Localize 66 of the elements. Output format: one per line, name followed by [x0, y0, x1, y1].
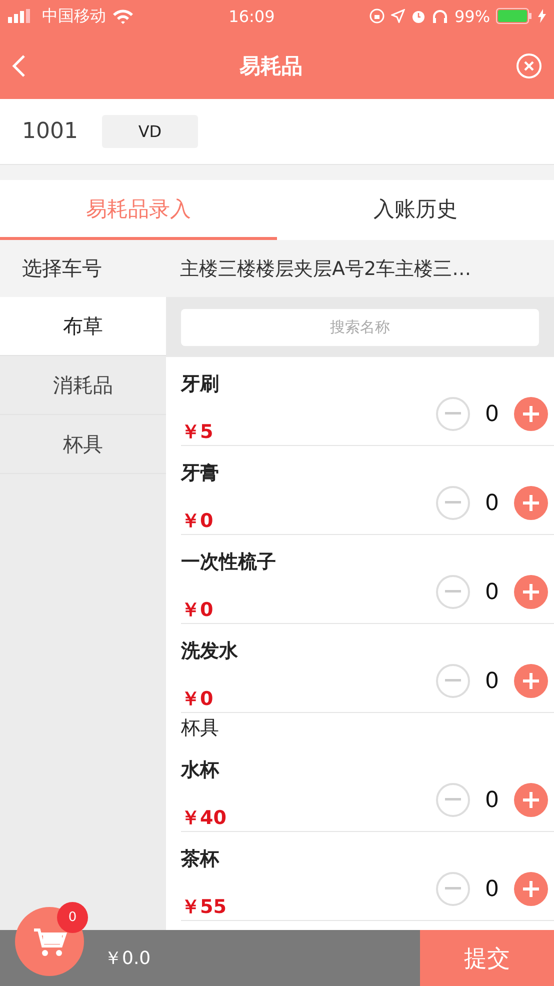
quantity-value: 0 — [484, 580, 500, 604]
minus-icon — [445, 887, 461, 891]
minus-button[interactable] — [436, 783, 470, 817]
minus-icon — [445, 501, 461, 505]
product-name: 一次性梳子 — [181, 550, 277, 575]
plus-button[interactable] — [514, 486, 548, 520]
cart-total: ￥0.0 — [104, 947, 151, 971]
quantity-value: 0 — [484, 668, 500, 694]
wifi-icon — [112, 8, 134, 24]
battery-percent: 99% — [454, 6, 490, 26]
product-name: 茶杯 — [181, 847, 220, 872]
plus-icon — [522, 880, 540, 898]
product-price: ￥0 — [181, 509, 214, 534]
alarm-icon — [411, 8, 426, 24]
plus-icon — [522, 672, 540, 690]
product-price: ￥55 — [181, 895, 228, 920]
category-item[interactable]: 布草 — [0, 297, 166, 356]
minus-button[interactable] — [436, 397, 470, 431]
product-name: 水杯 — [181, 758, 220, 783]
plus-button[interactable] — [514, 575, 548, 609]
minus-icon — [445, 679, 461, 683]
product-name: 牙刷 — [181, 372, 220, 397]
back-button[interactable] — [12, 54, 26, 78]
plus-icon — [522, 583, 540, 601]
charging-icon — [538, 9, 546, 23]
minus-button[interactable] — [436, 575, 470, 609]
room-number: 1001 — [22, 119, 78, 144]
quantity-value: 0 — [484, 402, 500, 426]
plus-icon — [522, 494, 540, 512]
product-name: 牙膏 — [181, 461, 220, 486]
page-title: 易耗品 — [240, 52, 302, 80]
plus-button[interactable] — [514, 664, 548, 698]
product-price: ￥40 — [181, 806, 228, 831]
plus-button[interactable] — [514, 783, 548, 817]
minus-icon — [445, 798, 461, 802]
cart-icon — [32, 926, 66, 956]
minus-button[interactable] — [436, 872, 470, 906]
minus-button[interactable] — [436, 486, 470, 520]
product-price: ￥0 — [181, 687, 214, 712]
car-select-label: 选择车号 — [21, 255, 103, 282]
minus-button[interactable] — [436, 664, 470, 698]
quantity-value: 0 — [484, 876, 500, 902]
quantity-value: 0 — [484, 788, 500, 812]
rotation-lock-icon — [369, 8, 386, 24]
clock-time: 16:09 — [228, 6, 275, 26]
product-price: ￥0 — [181, 598, 214, 623]
quantity-value: 0 — [484, 490, 500, 516]
minus-icon — [445, 412, 461, 416]
car-select-value[interactable]: 主楼三楼楼层夹层A号2车主楼三… — [166, 256, 472, 282]
category-heading: 杯具 — [181, 716, 220, 741]
back-icon — [12, 54, 26, 78]
minus-icon — [445, 590, 461, 594]
battery-icon — [496, 8, 532, 24]
product-price: ￥5 — [181, 420, 214, 445]
carrier-name: 中国移动 — [42, 6, 106, 26]
headphones-icon — [432, 8, 448, 24]
location-icon — [391, 9, 406, 23]
plus-button[interactable] — [514, 397, 548, 431]
close-icon — [516, 52, 542, 78]
search-field[interactable]: 搜索名称 — [181, 308, 539, 346]
product-name: 洗发水 — [181, 639, 239, 664]
room-status-tag: VD — [102, 115, 198, 148]
plus-icon — [522, 791, 540, 809]
plus-icon — [522, 405, 540, 423]
close-button[interactable] — [516, 52, 542, 78]
plus-button[interactable] — [514, 872, 548, 906]
